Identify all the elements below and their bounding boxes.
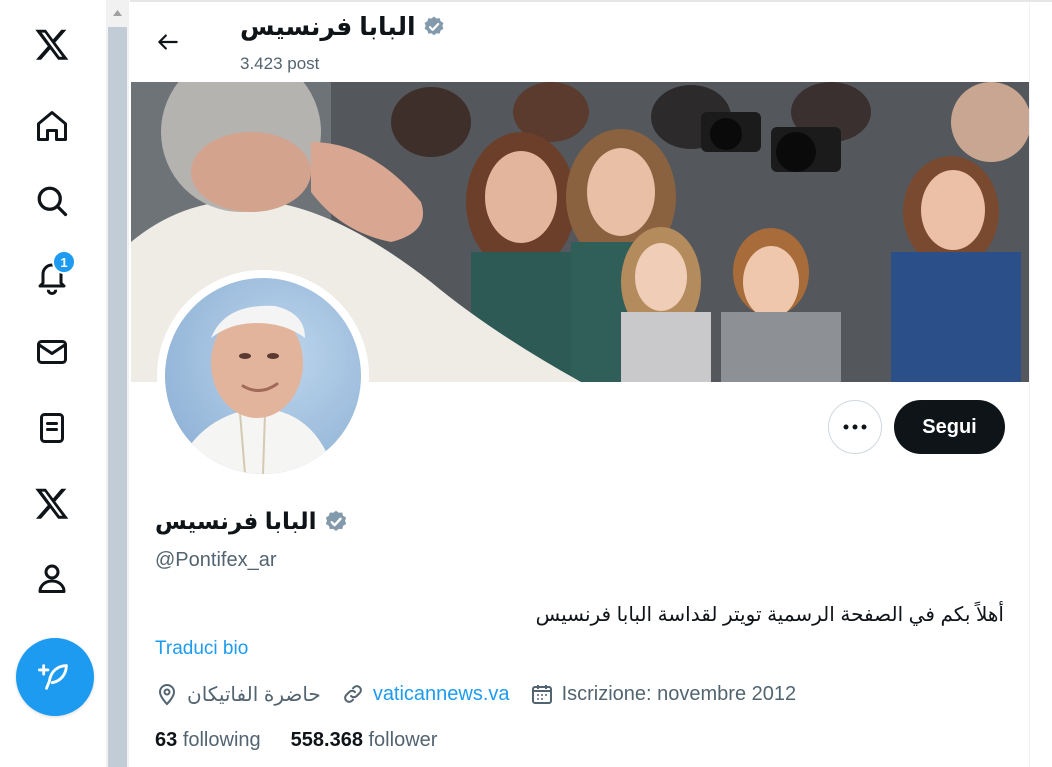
profile-bio: أهلاً بكم في الصفحة الرسمية تويتر لقداسة… — [535, 604, 1004, 626]
follow-counts: 63 following 558.368 follower — [155, 729, 437, 752]
profile-meta: حاضرة الفاتيكان vaticannews.va Iscrizion… — [155, 678, 816, 710]
follow-button[interactable]: Segui — [894, 400, 1005, 454]
joined-text: Iscrizione: novembre 2012 — [561, 682, 797, 705]
followers-link[interactable]: 558.368 follower — [291, 729, 438, 752]
sidebar-nav: 1 — [0, 0, 106, 767]
verified-badge-icon — [325, 510, 346, 531]
x-premium-icon[interactable] — [28, 479, 76, 527]
ellipsis-icon — [843, 424, 867, 430]
app-window: 1 البابا فرنسيس 3.423 post Segui البابا … — [0, 0, 1052, 767]
verified-badge-icon — [424, 16, 443, 36]
followers-count: 558.368 — [290, 729, 363, 751]
back-button[interactable] — [148, 22, 188, 62]
location-pin-icon — [158, 684, 176, 706]
translate-bio-link[interactable]: Traduci bio — [155, 638, 248, 660]
following-label: following — [182, 729, 261, 751]
link-icon — [343, 685, 362, 703]
header-title: البابا فرنسيس — [240, 12, 446, 42]
notification-badge: 1 — [52, 250, 76, 274]
top-border — [130, 0, 1052, 2]
avatar[interactable] — [157, 270, 369, 482]
location-text: حاضرة الفاتيكان — [187, 683, 321, 706]
more-options-button[interactable] — [828, 400, 882, 454]
followers-label: follower — [368, 729, 438, 751]
post-button[interactable] — [16, 638, 94, 716]
search-icon[interactable] — [28, 177, 76, 225]
feather-plus-icon — [38, 664, 68, 690]
header-name: البابا فرنسيس — [240, 13, 416, 41]
website-link[interactable]: vaticannews.va — [373, 683, 510, 706]
joined-item: Iscrizione: novembre 2012 — [530, 682, 797, 706]
arrow-left-icon — [158, 34, 178, 50]
post-count: 3.423 post — [240, 54, 320, 73]
scroll-up-arrow-icon[interactable] — [106, 6, 129, 20]
location-item: حاضرة الفاتيكان — [155, 682, 321, 707]
mail-icon[interactable] — [28, 328, 76, 376]
following-link[interactable]: 63 following — [155, 729, 261, 752]
profile-name: البابا فرنسيس — [155, 508, 317, 534]
home-icon[interactable] — [28, 102, 76, 150]
profile-icon[interactable] — [28, 554, 76, 602]
profile-name-row: البابا فرنسيس — [155, 508, 349, 535]
calendar-icon — [531, 685, 552, 704]
list-icon[interactable] — [28, 404, 76, 452]
profile-column: البابا فرنسيس 3.423 post Segui البابا فر… — [130, 0, 1052, 767]
scrollbar[interactable] — [106, 0, 129, 767]
following-count: 63 — [155, 729, 178, 751]
scroll-thumb[interactable] — [108, 27, 127, 767]
profile-handle: @Pontifex_ar — [155, 549, 277, 571]
x-logo-icon[interactable] — [28, 20, 76, 68]
website-item: vaticannews.va — [341, 682, 510, 706]
